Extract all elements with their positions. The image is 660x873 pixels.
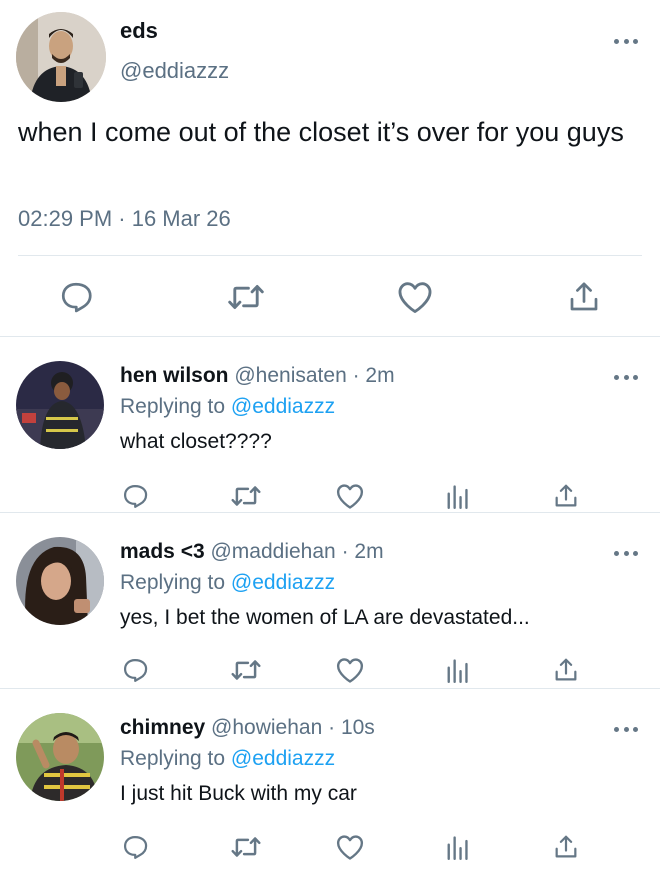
reply-header: mads <3 @maddiehan · 2m: [120, 540, 384, 564]
replying-to-link[interactable]: @eddiazzz: [231, 395, 335, 418]
analytics-icon[interactable]: [445, 834, 469, 860]
replying-to: Replying to @eddiazzz: [120, 747, 335, 771]
retweet-icon[interactable]: [230, 834, 262, 860]
avatar[interactable]: [16, 361, 104, 449]
more-options-icon[interactable]: [614, 372, 638, 382]
reply-time: · 2m: [341, 540, 384, 563]
replying-to-label: Replying to: [120, 571, 226, 594]
reply-icon[interactable]: [121, 833, 149, 861]
replying-to-link[interactable]: @eddiazzz: [231, 571, 335, 594]
replying-to-link[interactable]: @eddiazzz: [231, 747, 335, 770]
tweet-text: when I come out of the closet it’s over …: [18, 117, 624, 147]
reply-header: chimney @howiehan · 10s: [120, 716, 375, 740]
retweet-icon[interactable]: [230, 657, 262, 683]
more-options-icon[interactable]: [614, 724, 638, 734]
reply-author-handle[interactable]: @howiehan: [211, 716, 322, 739]
like-icon[interactable]: [335, 656, 365, 684]
reply-header: hen wilson @henisaten · 2m: [120, 364, 395, 388]
analytics-icon[interactable]: [445, 483, 469, 509]
divider: [18, 255, 642, 256]
reply-author-name[interactable]: mads <3: [120, 540, 205, 563]
reply-icon[interactable]: [58, 279, 94, 315]
reply-author-name[interactable]: hen wilson: [120, 364, 229, 387]
like-icon[interactable]: [335, 482, 365, 510]
share-icon[interactable]: [552, 655, 580, 685]
avatar[interactable]: [16, 12, 106, 102]
reply-text: yes, I bet the women of LA are devastate…: [120, 606, 530, 629]
retweet-icon[interactable]: [230, 483, 262, 509]
reply-author-handle[interactable]: @henisaten: [234, 364, 346, 387]
reply-time: · 10s: [328, 716, 375, 739]
more-options-icon[interactable]: [614, 548, 638, 558]
replying-to-label: Replying to: [120, 395, 226, 418]
replying-to: Replying to @eddiazzz: [120, 395, 335, 419]
reply-tweet[interactable]: mads <3 @maddiehan · 2m Replying to @edd…: [0, 513, 660, 689]
reply-author-name[interactable]: chimney: [120, 716, 205, 739]
reply-author-handle[interactable]: @maddiehan: [210, 540, 335, 563]
reply-text: I just hit Buck with my car: [120, 782, 357, 805]
analytics-icon[interactable]: [445, 657, 469, 683]
reply-icon[interactable]: [121, 656, 149, 684]
tweet-timestamp: 02:29 PM · 16 Mar 26: [18, 206, 231, 231]
reply-time: · 2m: [352, 364, 395, 387]
avatar[interactable]: [16, 713, 104, 801]
share-icon[interactable]: [552, 481, 580, 511]
more-options-icon[interactable]: [614, 36, 638, 46]
like-icon[interactable]: [335, 833, 365, 861]
reply-icon[interactable]: [121, 482, 149, 510]
share-icon[interactable]: [552, 832, 580, 862]
share-icon[interactable]: [566, 278, 602, 316]
reply-tweet[interactable]: hen wilson @henisaten · 2m Replying to @…: [0, 337, 660, 513]
retweet-icon[interactable]: [226, 281, 266, 313]
main-tweet: eds @eddiazzz when I come out of the clo…: [0, 0, 660, 337]
reply-text: what closet????: [120, 430, 272, 453]
avatar[interactable]: [16, 537, 104, 625]
replying-to: Replying to @eddiazzz: [120, 571, 335, 595]
author-name[interactable]: eds: [120, 18, 158, 44]
like-icon[interactable]: [396, 279, 434, 315]
replying-to-label: Replying to: [120, 747, 226, 770]
reply-tweet[interactable]: chimney @howiehan · 10s Replying to @edd…: [0, 689, 660, 873]
author-handle[interactable]: @eddiazzz: [120, 58, 229, 84]
